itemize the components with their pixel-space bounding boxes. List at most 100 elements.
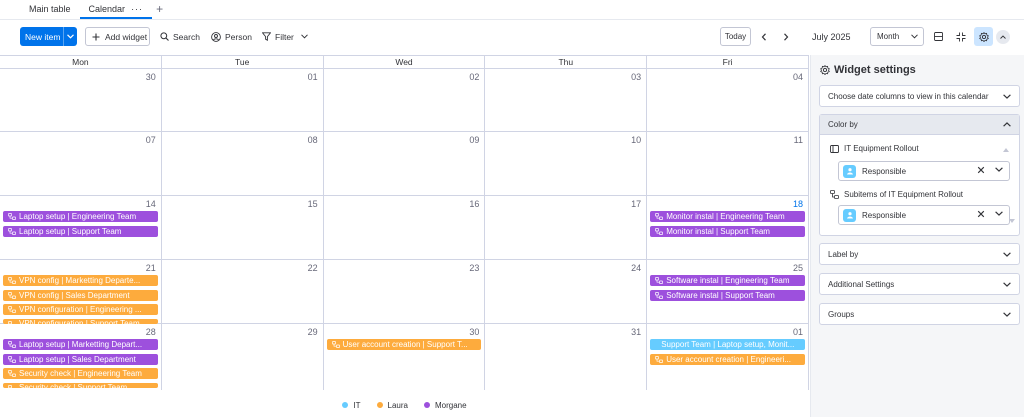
date-columns-header[interactable]: Choose date columns to view in this cale… bbox=[820, 86, 1019, 106]
next-month-button[interactable] bbox=[780, 27, 792, 46]
calendar-day-cell[interactable]: 15 bbox=[162, 196, 324, 259]
calendar-event[interactable]: Laptop setup | Marketting Depart... bbox=[3, 339, 158, 350]
legend-dot bbox=[376, 402, 383, 408]
calendar-event[interactable]: Security check | Engineering Team bbox=[3, 368, 158, 379]
collapse-toolbar-button[interactable] bbox=[996, 30, 1010, 44]
clear-icon[interactable] bbox=[977, 210, 985, 218]
search-label: Search bbox=[173, 31, 200, 42]
calendar-day-cell[interactable]: 14 Laptop setup | Engineering Team Laptop … bbox=[0, 196, 162, 259]
calendar-event[interactable]: Security check | Support Team bbox=[3, 382, 158, 388]
new-item-button[interactable]: New item bbox=[20, 27, 77, 46]
event-label: Laptop setup | Support Team bbox=[19, 226, 122, 236]
additional-settings-header[interactable]: Additional Settings bbox=[820, 274, 1019, 294]
layout-button[interactable] bbox=[929, 27, 948, 46]
scroll-up-icon[interactable] bbox=[1003, 148, 1009, 152]
calendar-event[interactable]: Software instal | Support Team bbox=[650, 289, 805, 301]
view-mode-select[interactable]: Month bbox=[870, 27, 924, 46]
calendar-day-cell[interactable]: 09 bbox=[324, 132, 486, 195]
person-filter-button[interactable]: Person bbox=[211, 27, 252, 46]
people-column-icon bbox=[843, 164, 856, 178]
prev-month-button[interactable] bbox=[758, 27, 770, 46]
day-number: 07 bbox=[145, 135, 156, 145]
event-label: Security check | Support Team bbox=[19, 382, 128, 388]
add-widget-button[interactable]: Add widget bbox=[85, 27, 150, 46]
day-number: 01 bbox=[792, 327, 803, 337]
new-item-dropdown-button[interactable] bbox=[63, 27, 77, 46]
calendar-day-cell[interactable]: 25 Software instal | Engineering Team Soft… bbox=[647, 260, 809, 323]
filter-icon bbox=[262, 32, 271, 41]
groups-header[interactable]: Groups bbox=[820, 304, 1019, 324]
add-view-button[interactable]: + bbox=[152, 2, 169, 19]
layout-icon bbox=[934, 32, 943, 41]
toolbar: New item Add widget Search Person Filter… bbox=[0, 26, 1024, 48]
calendar-day-cell[interactable]: 30 bbox=[0, 69, 162, 131]
filter-button[interactable]: Filter bbox=[262, 27, 308, 46]
additional-settings-section[interactable]: Additional Settings bbox=[819, 273, 1020, 295]
calendar-day-cell[interactable]: 01 bbox=[162, 69, 324, 131]
day-number: 08 bbox=[307, 135, 318, 145]
calendar-event[interactable]: Monitor instal | Engineering Team bbox=[650, 211, 805, 222]
calendar-day-cell[interactable]: 30 User account creation | Support T... bbox=[324, 324, 486, 390]
calendar-day-cell[interactable]: 08 bbox=[162, 132, 324, 195]
calendar-day-cell[interactable]: 17 bbox=[485, 196, 648, 259]
chevron-left-icon bbox=[761, 32, 766, 41]
calendar-day-cell[interactable]: 31 bbox=[485, 324, 648, 390]
calendar-day-cell[interactable]: 23 bbox=[324, 260, 486, 323]
calendar-day-cell[interactable]: 16 bbox=[324, 196, 486, 259]
widget-settings-button[interactable] bbox=[974, 27, 993, 46]
color-by-header[interactable]: Color by bbox=[820, 115, 1019, 135]
tab-menu-button[interactable]: ··· bbox=[131, 4, 143, 14]
search-icon bbox=[160, 32, 169, 41]
calendar-event[interactable]: Support Team | Laptop setup, Monit... bbox=[650, 339, 805, 350]
clear-icon[interactable] bbox=[977, 166, 985, 174]
search-button[interactable]: Search bbox=[160, 27, 200, 46]
calendar-day-cell[interactable]: 29 bbox=[162, 324, 324, 390]
calendar-event[interactable]: VPN configuration | Support Team bbox=[3, 318, 158, 324]
subitem-icon bbox=[655, 291, 664, 299]
tab-main-table[interactable]: Main table bbox=[20, 4, 80, 19]
tab-calendar[interactable]: Calendar ··· bbox=[79, 4, 153, 19]
calendar-event[interactable]: VPN configuration | Engineering ... bbox=[3, 304, 158, 315]
day-number: 29 bbox=[307, 327, 318, 337]
calendar-event[interactable]: Laptop setup | Support Team bbox=[3, 225, 158, 237]
calendar-day-cell[interactable]: 02 bbox=[324, 69, 486, 131]
calendar-event[interactable]: Monitor instal | Support Team bbox=[650, 225, 805, 237]
calendar-event[interactable]: Software instal | Engineering Team bbox=[650, 275, 805, 286]
groups-section[interactable]: Groups bbox=[819, 303, 1020, 325]
calendar-day-cell[interactable]: 11 bbox=[647, 132, 809, 195]
calendar-day-cell[interactable]: 21 VPN config | Marketting Departe... VPN … bbox=[0, 260, 162, 324]
calendar-event[interactable]: User account creation | Support T... bbox=[326, 339, 482, 350]
calendar-event[interactable]: User account creation | Engineeri... bbox=[650, 353, 805, 365]
calendar-day-cell[interactable]: 01 Support Team | Laptop setup, Monit... U… bbox=[647, 324, 809, 390]
person-icon bbox=[211, 31, 221, 42]
color-by-label: Color by bbox=[828, 120, 858, 129]
date-columns-section[interactable]: Choose date columns to view in this cale… bbox=[819, 85, 1020, 107]
day-events: VPN config | Marketting Departe... VPN co… bbox=[3, 275, 158, 327]
legend-label: Morgane bbox=[435, 400, 467, 410]
day-number: 28 bbox=[145, 327, 156, 337]
subitem-icon bbox=[8, 291, 16, 299]
fullscreen-button[interactable] bbox=[951, 27, 970, 46]
today-button[interactable]: Today bbox=[720, 27, 751, 46]
calendar-day-cell[interactable]: 04 bbox=[647, 69, 809, 131]
calendar-day-cell[interactable]: 03 bbox=[485, 69, 648, 131]
scroll-down-icon[interactable] bbox=[1009, 219, 1015, 223]
calendar-day-cell[interactable]: 07 bbox=[0, 132, 162, 195]
board-color-column-select[interactable]: Responsible bbox=[838, 161, 1010, 181]
calendar-event[interactable]: VPN config | Sales Department bbox=[3, 289, 158, 301]
legend-item: Laura bbox=[376, 401, 408, 410]
calendar-day-cell[interactable]: 18 Monitor instal | Engineering Team Monit… bbox=[647, 196, 809, 259]
calendar-day-cell[interactable]: 28 Laptop setup | Marketting Depart... Lap… bbox=[0, 324, 162, 390]
calendar-event[interactable]: Laptop setup | Engineering Team bbox=[3, 211, 158, 222]
day-number: 30 bbox=[469, 327, 480, 337]
calendar-event[interactable]: Laptop setup | Sales Department bbox=[3, 353, 158, 365]
calendar-event[interactable]: VPN config | Marketting Departe... bbox=[3, 275, 158, 286]
day-number: 14 bbox=[145, 199, 156, 209]
subitems-color-column-select[interactable]: Responsible bbox=[838, 205, 1010, 225]
subitems-color-column-value: Responsible bbox=[862, 210, 907, 220]
calendar-day-cell[interactable]: 24 bbox=[485, 260, 648, 323]
label-by-header[interactable]: Label by bbox=[820, 244, 1019, 264]
calendar-day-cell[interactable]: 22 bbox=[162, 260, 324, 323]
calendar-day-cell[interactable]: 10 bbox=[485, 132, 648, 195]
label-by-section[interactable]: Label by bbox=[819, 243, 1020, 265]
